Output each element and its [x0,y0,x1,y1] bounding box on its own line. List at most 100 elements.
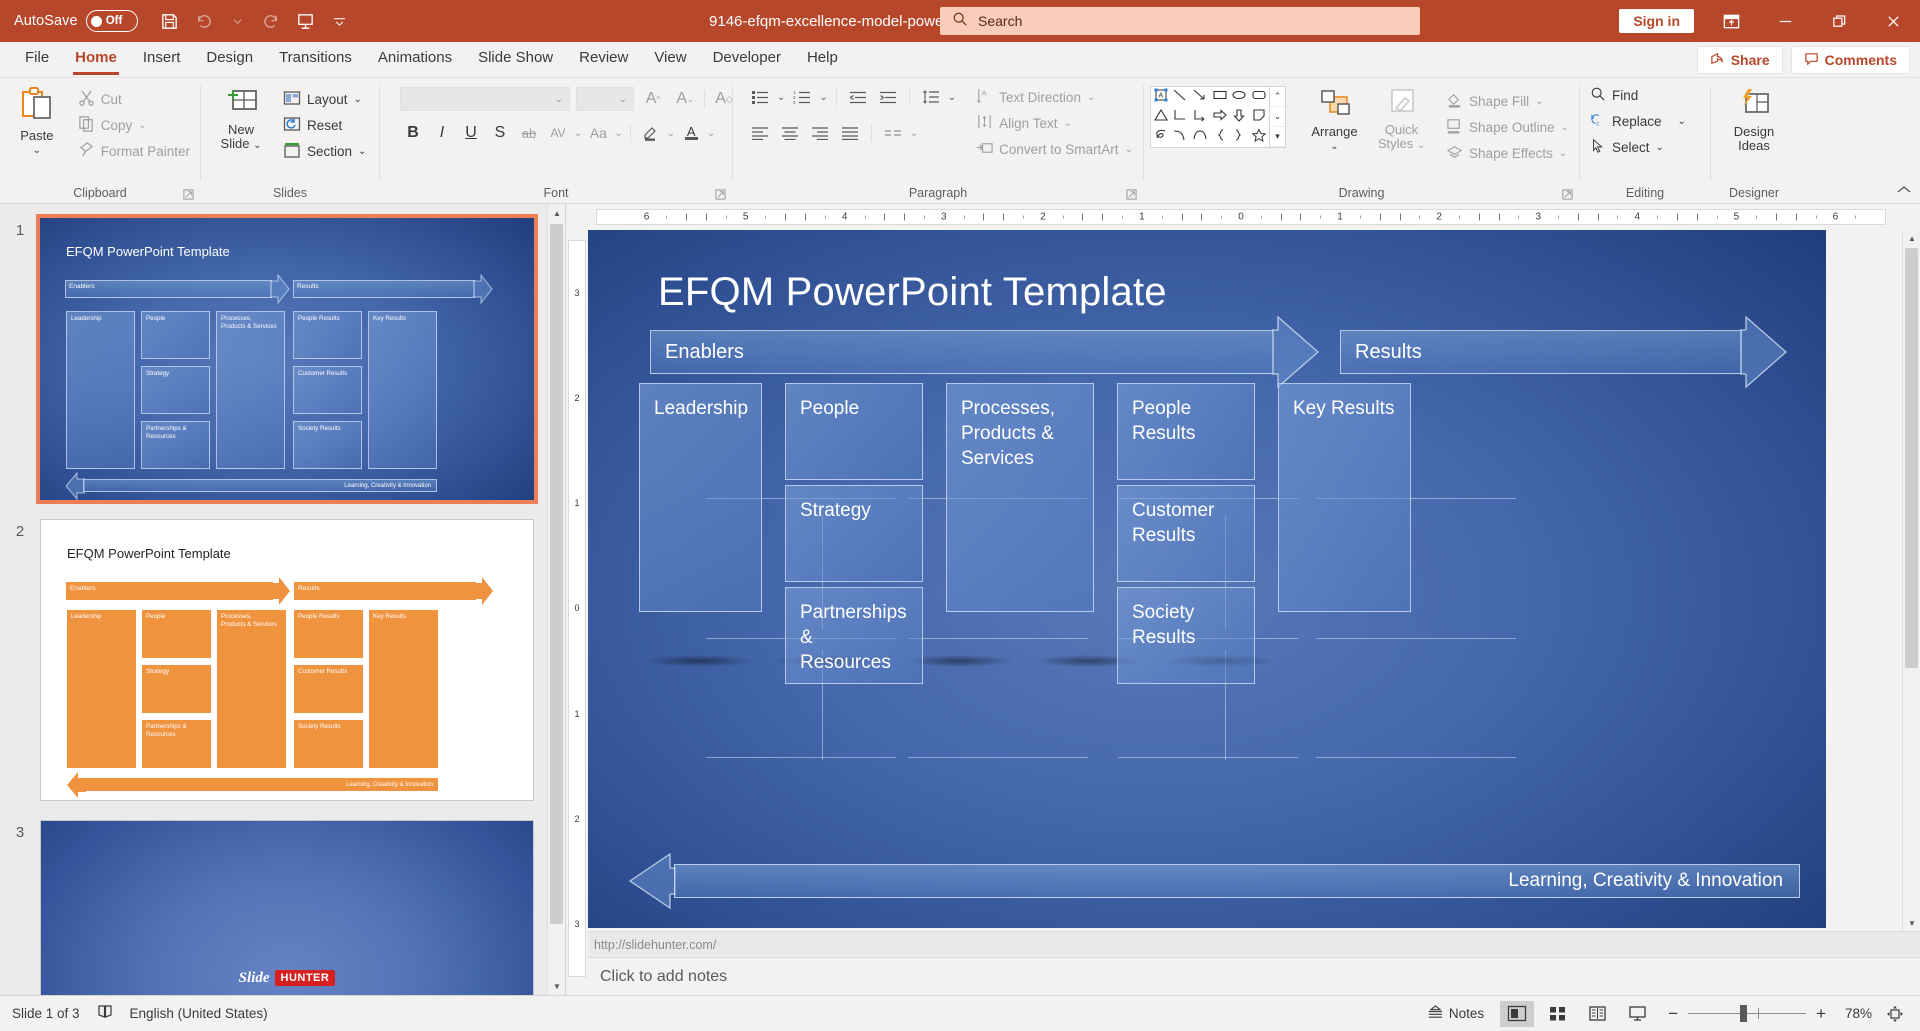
section-button[interactable]: Section ⌄ [279,138,370,164]
layout-button[interactable]: Layout ⌄ [279,86,370,112]
line-spacing-icon[interactable] [918,84,944,110]
paragraph-dialog-launcher-icon[interactable] [1126,189,1137,203]
box-strategy[interactable]: Strategy [785,485,923,582]
shape-effects-dropdown-icon[interactable]: ⌄ [1559,148,1567,159]
bullets-icon[interactable] [747,84,773,110]
ribbon-display-options-icon[interactable] [1704,0,1758,42]
font-color-dropdown-icon[interactable]: ⌄ [707,128,715,139]
shapes-gallery-scrollbar[interactable]: ⌃ ⌄ ▾ [1270,86,1286,148]
autosave-control[interactable]: AutoSave Off [14,10,138,32]
select-dropdown-icon[interactable]: ⌄ [1656,142,1664,153]
text-direction-button[interactable]: A Text Direction ⌄ [972,84,1137,110]
comments-button[interactable]: Comments [1790,46,1910,74]
section-dropdown-icon[interactable]: ⌄ [358,146,366,157]
character-spacing-button[interactable]: AV [545,120,571,146]
copy-button[interactable]: Copy ⌄ [74,112,194,138]
align-text-dropdown-icon[interactable]: ⌄ [1063,118,1071,129]
tab-developer[interactable]: Developer [700,41,794,77]
fit-slide-to-window-button[interactable] [1878,1001,1912,1027]
zoom-level-label[interactable]: 78% [1836,1006,1872,1021]
new-slide-dropdown-icon[interactable]: ⌄ [253,140,261,151]
enablers-arrow[interactable]: Enablers [650,315,1320,389]
decrease-indent-icon[interactable] [845,84,871,110]
shapes-scroll-up-icon[interactable]: ⌃ [1270,87,1285,107]
italic-button[interactable]: I [429,120,455,146]
select-button[interactable]: Select ⌄ [1586,134,1690,160]
convert-smartart-button[interactable]: Convert to SmartArt ⌄ [972,136,1137,162]
tab-design[interactable]: Design [193,41,266,77]
align-center-icon[interactable] [777,120,803,146]
tab-insert[interactable]: Insert [130,41,194,77]
zoom-in-button[interactable]: + [1816,1004,1826,1024]
box-processes-products-services[interactable]: Processes, Products & Services [946,383,1094,612]
view-slide-sorter-button[interactable] [1540,1001,1574,1027]
curve-shape-icon[interactable] [1172,128,1188,147]
minimize-button[interactable] [1758,0,1812,42]
copy-dropdown-icon[interactable]: ⌄ [138,120,146,131]
left-brace-shape-icon[interactable] [1212,128,1228,147]
tab-review[interactable]: Review [566,41,641,77]
shape-fill-button[interactable]: Shape Fill ⌄ [1442,88,1573,114]
text-shadow-button[interactable]: S [487,120,513,146]
character-spacing-dropdown-icon[interactable]: ⌄ [574,128,582,139]
decrease-font-size-icon[interactable]: A ⌄ [672,86,698,112]
box-people[interactable]: People [785,383,923,480]
tab-file[interactable]: File [12,41,62,77]
slide-scroll-up-icon[interactable]: ▲ [1903,230,1920,246]
box-society-results[interactable]: Society Results [1117,587,1255,684]
layout-dropdown-icon[interactable]: ⌄ [354,94,362,105]
tab-animations[interactable]: Animations [365,41,465,77]
font-color-icon[interactable]: A [678,120,704,146]
star-shape-icon[interactable] [1251,127,1267,147]
smartart-dropdown-icon[interactable]: ⌄ [1124,144,1132,155]
replace-dropdown-icon[interactable]: ⌄ [1678,116,1686,127]
slide-thumbnail-2[interactable]: EFQM PowerPoint Template Enablers Result… [40,519,534,801]
font-size-dropdown-icon[interactable]: ⌄ [619,94,627,105]
shape-fill-dropdown-icon[interactable]: ⌄ [1535,96,1543,107]
horizontal-ruler[interactable]: 6 5 4 3 2 1 0 1 2 3 4 5 6 [588,204,1920,230]
clipboard-dialog-launcher-icon[interactable] [183,189,194,203]
slide-count-label[interactable]: Slide 1 of 3 [12,1006,80,1021]
zoom-slider[interactable] [1688,1005,1807,1022]
slide-vertical-scrollbar[interactable]: ▲ ▼ [1902,230,1920,931]
rounded-rectangle-shape-icon[interactable] [1251,88,1267,107]
arrow-shape-icon[interactable] [1192,88,1208,107]
align-left-icon[interactable] [747,120,773,146]
tab-slide-show[interactable]: Slide Show [465,41,566,77]
oval-shape-icon[interactable] [1231,88,1247,107]
collapse-ribbon-icon[interactable] [1896,184,1912,199]
results-arrow[interactable]: Results [1340,315,1788,389]
align-text-button[interactable]: Align Text ⌄ [972,110,1137,136]
bold-button[interactable]: B [400,120,426,146]
tab-view[interactable]: View [641,41,699,77]
zoom-control[interactable]: − + 78% [1668,1004,1872,1024]
thumbnail-slide-1[interactable]: 1 EFQM PowerPoint Template Enablers Resu… [0,214,548,504]
undo-icon[interactable] [188,6,220,36]
box-people-results[interactable]: People Results [1117,383,1255,480]
slide-thumbnail-3[interactable]: Slide HUNTER [40,820,534,995]
tab-help[interactable]: Help [794,41,851,77]
shapes-gallery-more-icon[interactable]: ▾ [1270,127,1285,147]
font-size-combobox[interactable]: ⌄ [576,87,634,111]
rectangle-shape-icon[interactable] [1212,88,1228,107]
paste-button[interactable]: Paste ⌄ [6,84,68,156]
triangle-shape-icon[interactable] [1153,108,1169,127]
language-label[interactable]: English (United States) [130,1006,268,1021]
shapes-scroll-down-icon[interactable]: ⌄ [1270,107,1285,127]
shapes-gallery[interactable]: A [1150,86,1270,148]
text-box-shape-icon[interactable]: A [1153,88,1169,107]
cut-button[interactable]: Cut [74,86,194,112]
thumbnail-slide-3[interactable]: 3 Slide HUNTER [0,820,548,995]
arc-shape-icon[interactable] [1192,128,1208,147]
tab-home[interactable]: Home [62,41,130,77]
notes-toggle-button[interactable]: Notes [1427,1005,1484,1022]
sign-in-button[interactable]: Sign in [1619,9,1694,33]
thumbnail-scroll-down-icon[interactable]: ▼ [548,977,565,995]
scribble-shape-icon[interactable] [1153,128,1169,147]
undo-dropdown-icon[interactable] [222,6,254,36]
font-name-dropdown-icon[interactable]: ⌄ [555,94,563,105]
thumbnail-scrollbar[interactable]: ▲ ▼ [547,204,565,995]
learning-arrow[interactable]: Learning, Creativity & Innovation [628,852,1800,910]
slide-title[interactable]: EFQM PowerPoint Template [658,270,1167,315]
line-spacing-dropdown-icon[interactable]: ⌄ [948,92,956,103]
